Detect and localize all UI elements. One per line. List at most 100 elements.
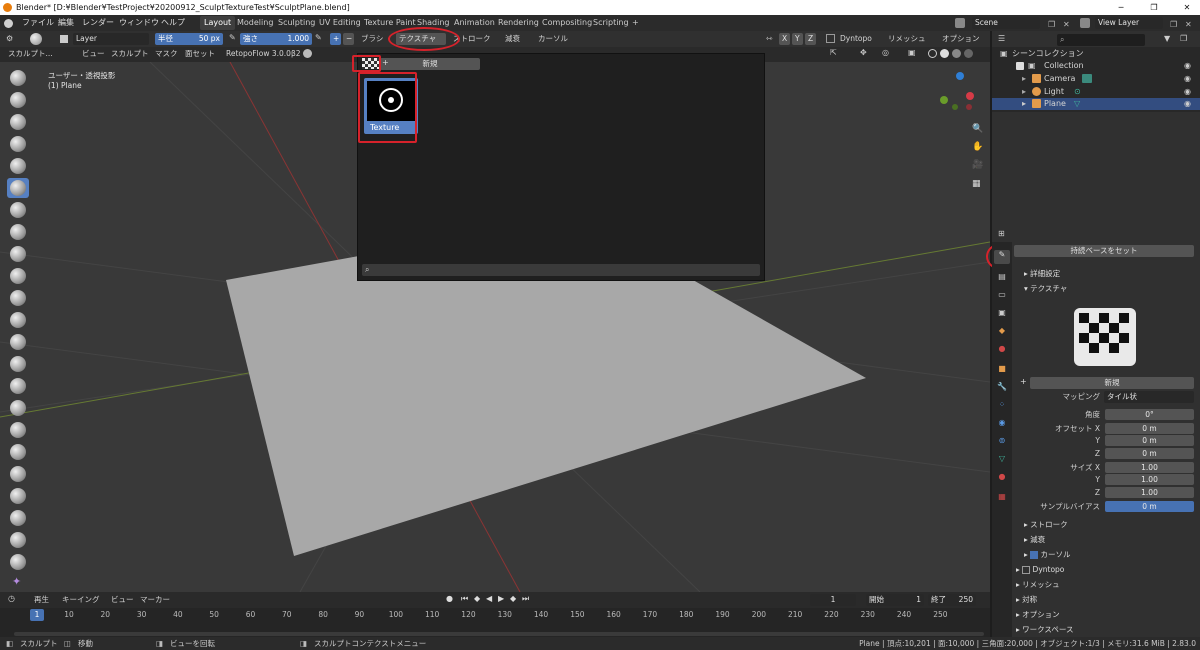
timeline-view-menu[interactable]: ビュー	[111, 594, 134, 606]
jump-end-icon[interactable]: ⏭	[522, 594, 529, 604]
properties-editor-icon[interactable]: ⊞	[998, 229, 1005, 238]
fill-tool[interactable]	[7, 310, 29, 330]
add-texture-icon[interactable]: +	[1020, 377, 1027, 386]
close-icon[interactable]: ✕	[1176, 0, 1198, 15]
tab-active-tool-icon[interactable]: ✎	[994, 250, 1010, 264]
mask-tool[interactable]	[7, 552, 29, 572]
outliner-row-camera[interactable]: ▸ Camera ◉	[992, 73, 1200, 85]
keying-menu[interactable]: キーイング	[62, 594, 100, 606]
gizmo-neg-x-icon[interactable]	[966, 104, 972, 110]
layer-brush-field[interactable]: Layer	[73, 33, 149, 45]
texture-section[interactable]: ▾ テクスチャ	[1024, 283, 1067, 295]
menu-edit[interactable]: 編集	[58, 15, 74, 31]
clay-thumb-tool[interactable]	[7, 156, 29, 176]
new-texture-panel-button[interactable]: 新規	[1030, 377, 1194, 389]
texture-browser-popup[interactable]: 新規 + Texture ⌕	[357, 53, 765, 281]
menu-file[interactable]: ファイル	[22, 15, 54, 31]
smooth-tool[interactable]	[7, 266, 29, 286]
cursor-menu[interactable]: カーソル	[538, 33, 568, 45]
editor-type-icon[interactable]: ⚙	[6, 34, 13, 43]
eye-icon[interactable]: ◉	[1184, 60, 1191, 72]
options-section[interactable]: ▸ オプション	[1016, 609, 1060, 621]
tab-constraints-icon[interactable]: ⊚	[994, 436, 1010, 450]
playback-menu[interactable]: 再生	[34, 594, 49, 606]
face-sets-menu[interactable]: 面セット	[185, 48, 215, 60]
offset-y-field[interactable]: 0 m	[1105, 435, 1194, 446]
wireframe-shading-icon[interactable]	[928, 49, 937, 58]
pose-tool[interactable]	[7, 486, 29, 506]
grab-tool[interactable]	[7, 398, 29, 418]
layer-tool[interactable]	[7, 178, 29, 198]
size-x-field[interactable]: 1.00	[1105, 462, 1194, 473]
tab-data-icon[interactable]: ▽	[994, 454, 1010, 468]
menu-render[interactable]: レンダー	[82, 15, 114, 31]
gizmo-x-axis-icon[interactable]	[966, 92, 974, 100]
pinch-tool[interactable]	[7, 376, 29, 396]
mirror-x-button[interactable]: X	[779, 33, 790, 45]
add-workspace-icon[interactable]: +	[628, 16, 643, 30]
jump-start-icon[interactable]: ⏮	[461, 594, 468, 604]
scene-icon[interactable]	[955, 18, 965, 28]
rendered-shading-icon[interactable]	[964, 49, 973, 58]
filter-icon[interactable]: ▼	[1164, 34, 1170, 43]
outliner-row-plane[interactable]: ▸ Plane ▽ ◉	[992, 98, 1200, 110]
tab-texture-icon[interactable]: ▦	[994, 492, 1010, 506]
xray-icon[interactable]: ▣	[908, 48, 916, 57]
tab-particles-icon[interactable]: ⁘	[994, 400, 1010, 414]
blob-tool[interactable]	[7, 222, 29, 242]
menu-window[interactable]: ウィンドウ	[119, 15, 159, 31]
gizmo-neg-y-icon[interactable]	[952, 104, 958, 110]
direction-add-button[interactable]: +	[330, 33, 341, 45]
menu-help[interactable]: ヘルプ	[161, 15, 185, 31]
tab-layout[interactable]: Layout	[200, 16, 236, 30]
prev-keyframe-icon[interactable]: ◆	[474, 594, 480, 603]
next-keyframe-icon[interactable]: ◆	[510, 594, 516, 603]
dyntopo-panel-checkbox[interactable]	[1022, 566, 1031, 574]
tab-material-icon[interactable]: ●	[994, 472, 1010, 486]
brush-type-icon[interactable]	[60, 35, 68, 43]
eye-icon[interactable]: ◉	[1184, 98, 1191, 110]
play-icon[interactable]: ▶	[498, 594, 504, 603]
tab-compositing[interactable]: Compositing	[538, 16, 596, 30]
brush-preview-icon[interactable]	[30, 33, 42, 45]
radius-slider[interactable]: 半径 50 px	[155, 33, 223, 45]
retopoflow-menu[interactable]: RetopoFlow 3.0.0β2	[226, 48, 301, 60]
current-frame-field[interactable]: 1	[810, 594, 856, 606]
expand-arrow-icon[interactable]: ▸	[1022, 86, 1026, 98]
size-z-field[interactable]: 1.00	[1105, 487, 1194, 498]
view-layer-icon[interactable]	[1080, 18, 1090, 28]
cursor-section[interactable]: ▸ カーソル	[1024, 549, 1071, 561]
mapping-dropdown[interactable]: タイル状	[1104, 391, 1194, 403]
outliner-search-input[interactable]: ⌕	[1057, 34, 1145, 46]
record-icon[interactable]: ●	[446, 594, 453, 603]
multiplane-scrape-tool[interactable]	[7, 354, 29, 374]
zoom-icon[interactable]: 🔍	[972, 124, 983, 134]
brush-menu[interactable]: ブラシ	[361, 33, 383, 45]
gizmo-y-axis-icon[interactable]	[940, 96, 948, 104]
view-menu[interactable]: ビュー	[82, 48, 105, 60]
tab-view-layer-icon[interactable]: ▣	[994, 308, 1010, 322]
inflate-tool[interactable]	[7, 200, 29, 220]
draw-sharp-tool[interactable]	[7, 90, 29, 110]
maximize-icon[interactable]: ❐	[1143, 0, 1165, 15]
blender-menu-icon[interactable]	[4, 19, 13, 28]
new-texture-button[interactable]: 新規	[380, 58, 480, 70]
options-menu[interactable]: オプション	[942, 33, 980, 45]
advanced-section[interactable]: ▸ 詳細設定	[1024, 268, 1060, 280]
thumb-tool[interactable]	[7, 464, 29, 484]
timeline-editor-icon[interactable]: ◷	[8, 594, 15, 603]
pan-hand-icon[interactable]: ✋	[972, 142, 983, 152]
scrape-tool[interactable]	[7, 332, 29, 352]
camera-view-icon[interactable]: 🎥	[972, 160, 983, 170]
strength-pressure-icon[interactable]: ✎	[315, 33, 322, 42]
new-collection-icon[interactable]: ❐	[1180, 34, 1187, 43]
mirror-z-button[interactable]: Z	[805, 33, 816, 45]
offset-x-field[interactable]: 0 m	[1105, 423, 1194, 434]
sculpt-menu[interactable]: スカルプト	[111, 48, 149, 60]
tab-world-icon[interactable]: ●	[994, 344, 1010, 358]
end-frame-field[interactable]: 終了 250	[928, 594, 976, 606]
symmetry-section[interactable]: ▸ 対称	[1016, 594, 1037, 606]
sample-bias-field[interactable]: 0 m	[1105, 501, 1194, 512]
mode-selector[interactable]: スカルプト...	[8, 48, 53, 60]
gizmo-icon[interactable]: ✥	[860, 48, 867, 57]
